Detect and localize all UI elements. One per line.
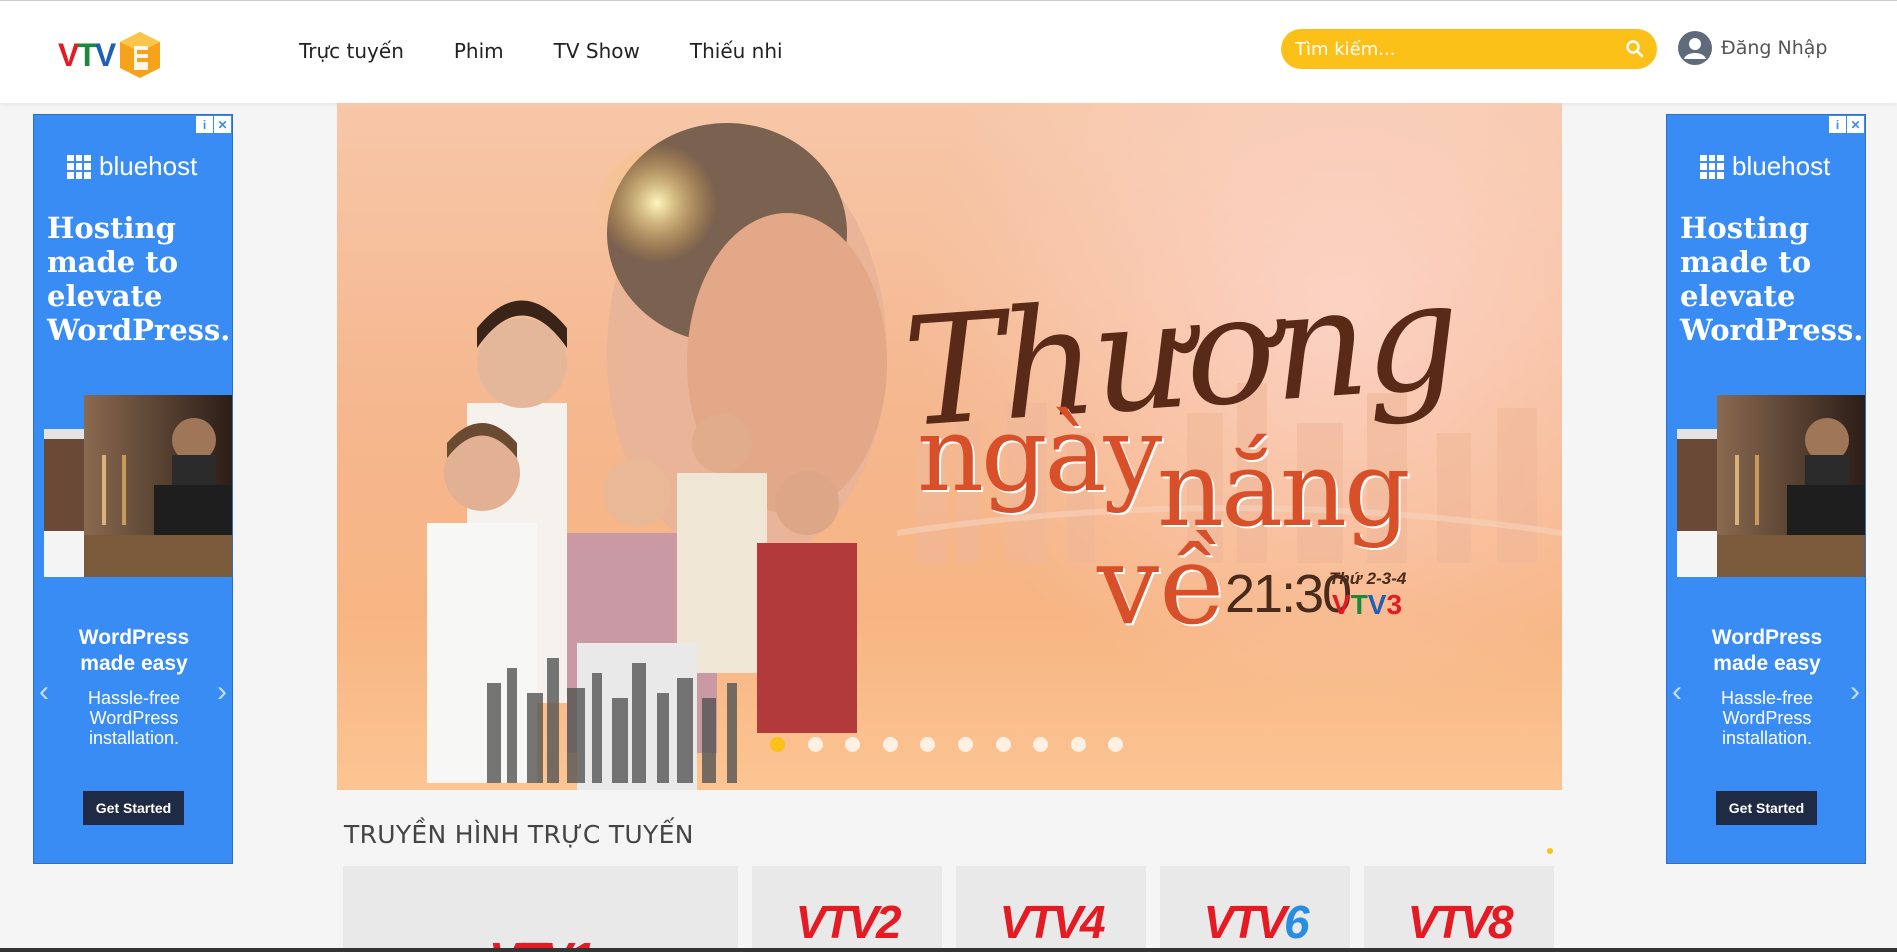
logo-giai-tri-icon bbox=[120, 32, 161, 78]
login-link[interactable]: Đăng Nhập bbox=[1677, 30, 1827, 66]
bluehost-grid-icon bbox=[1700, 154, 1724, 179]
ad-body: Hassle-free WordPress installation. bbox=[1720, 688, 1814, 748]
search-icon[interactable] bbox=[1625, 39, 1645, 59]
ad-subheadline: WordPress made easy bbox=[1711, 626, 1823, 675]
ad-left[interactable]: i ✕ bluehost Hosting made to elevate Word… bbox=[33, 114, 233, 864]
channel-card-vtv1[interactable]: VTV1 bbox=[343, 866, 738, 952]
search-input[interactable] bbox=[1295, 38, 1595, 60]
ad-choices[interactable]: i ✕ bbox=[195, 116, 231, 133]
bluehost-grid-icon bbox=[67, 154, 91, 179]
ad-get-started-button[interactable]: Get Started bbox=[1716, 791, 1817, 825]
show-title-line3: về bbox=[1097, 521, 1227, 649]
slider-dot[interactable] bbox=[882, 737, 898, 752]
slider-dot[interactable] bbox=[1070, 737, 1086, 752]
window-bottom-edge bbox=[0, 948, 1897, 952]
ad-body: Hassle-free WordPress installation. bbox=[87, 688, 181, 748]
channel-card-vtv4[interactable]: VTV4 bbox=[956, 866, 1146, 952]
ad-next-arrow-icon[interactable]: › bbox=[1850, 675, 1860, 709]
ad-brand-name: bluehost bbox=[99, 151, 198, 181]
show-title-line1: ngày bbox=[917, 393, 1162, 515]
slider-dot[interactable] bbox=[920, 737, 936, 752]
live-channel-list: VTV1 VTV2 VTV4 VTV6 VTV8 bbox=[343, 866, 1558, 952]
ad-right[interactable]: i ✕ bluehost Hosting made to elevate Word… bbox=[1666, 114, 1866, 864]
slider-dot[interactable] bbox=[1033, 737, 1049, 752]
slider-dot[interactable] bbox=[1108, 737, 1124, 752]
ad-info-icon[interactable]: i bbox=[1829, 116, 1846, 133]
ad-close-icon[interactable]: ✕ bbox=[1847, 116, 1864, 133]
ad-brand: bluehost bbox=[67, 151, 197, 182]
ad-craftsman-image bbox=[1677, 395, 1865, 577]
slider-dots bbox=[770, 737, 1146, 752]
slider-dot[interactable] bbox=[957, 737, 973, 752]
nav-item-thieu-nhi[interactable]: Thiếu nhi bbox=[690, 39, 783, 63]
ad-headline: Hosting made to elevate WordPress. bbox=[1680, 211, 1864, 347]
ad-next-arrow-icon[interactable]: › bbox=[217, 675, 227, 709]
ad-prev-arrow-icon[interactable]: ‹ bbox=[39, 675, 49, 709]
main-nav: Trực tuyến Phim TV Show Thiếu nhi bbox=[299, 39, 833, 63]
site-header: VTV Trực tuyến Phim TV Show Thiếu nhi Đă… bbox=[0, 0, 1897, 103]
section-title-live-tv: TRUYỀN HÌNH TRỰC TUYẾN bbox=[344, 820, 694, 849]
channel-logo: VTV6 bbox=[1203, 896, 1309, 948]
ad-info-icon[interactable]: i bbox=[196, 116, 213, 133]
channel-logo: VTV8 bbox=[1407, 896, 1513, 948]
channel-logo: VTV2 bbox=[795, 896, 901, 948]
ad-choices[interactable]: i ✕ bbox=[1828, 116, 1864, 133]
site-logo[interactable]: VTV bbox=[58, 29, 162, 81]
ad-brand: bluehost bbox=[1700, 151, 1830, 182]
ad-subheadline: WordPress made easy bbox=[78, 626, 190, 675]
ad-craftsman-image bbox=[44, 395, 232, 577]
slider-dot[interactable] bbox=[807, 737, 823, 752]
ad-brand-name: bluehost bbox=[1732, 151, 1831, 181]
section-indicator-dot bbox=[1547, 848, 1553, 854]
ad-get-started-button[interactable]: Get Started bbox=[83, 791, 184, 825]
slider-dot[interactable] bbox=[995, 737, 1011, 752]
show-airdays: Thứ 2-3-4 bbox=[1329, 569, 1407, 588]
login-label: Đăng Nhập bbox=[1721, 37, 1828, 59]
ad-close-icon[interactable]: ✕ bbox=[214, 116, 231, 133]
channel-card-vtv6[interactable]: VTV6 bbox=[1160, 866, 1350, 952]
logo-wordmark: VTV bbox=[58, 36, 116, 73]
nav-item-truc-tuyen[interactable]: Trực tuyến bbox=[299, 39, 404, 63]
channel-card-vtv8[interactable]: VTV8 bbox=[1364, 866, 1554, 952]
ad-prev-arrow-icon[interactable]: ‹ bbox=[1672, 675, 1682, 709]
channel-logo: VTV4 bbox=[999, 896, 1105, 948]
ad-headline: Hosting made to elevate WordPress. bbox=[47, 211, 231, 347]
nav-item-tv-show[interactable]: TV Show bbox=[554, 39, 640, 63]
user-avatar-icon bbox=[1678, 31, 1712, 65]
cast-collage-image bbox=[427, 123, 887, 790]
slider-dot[interactable] bbox=[845, 737, 861, 752]
show-channel-logo: VTV3 bbox=[1332, 589, 1403, 620]
channel-card-vtv2[interactable]: VTV2 bbox=[752, 866, 942, 952]
nav-item-phim[interactable]: Phim bbox=[454, 39, 504, 63]
search-box bbox=[1281, 29, 1657, 69]
hero-banner[interactable]: Thương ngày nắng về 21:30 Thứ 2-3-4 VTV3 bbox=[337, 103, 1562, 790]
slider-dot[interactable] bbox=[770, 737, 785, 752]
